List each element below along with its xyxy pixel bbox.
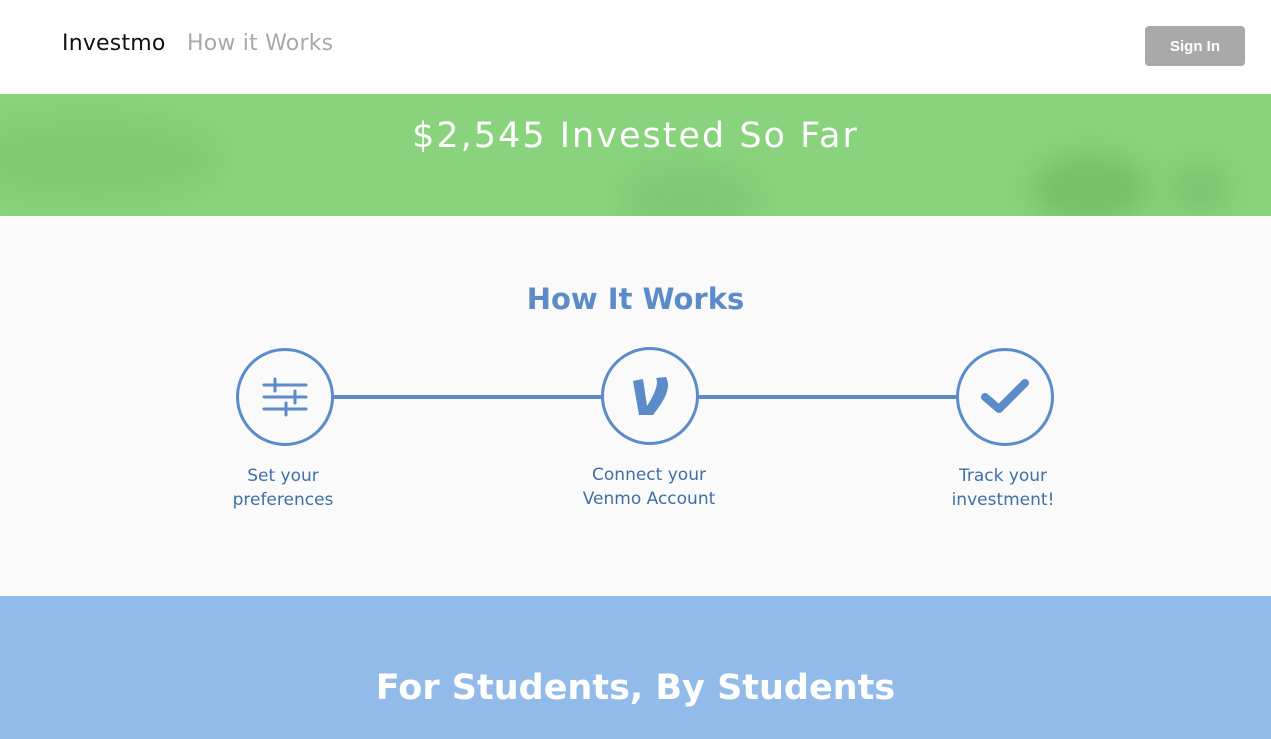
banner-background-blur (620, 164, 760, 216)
step-2-circle (601, 347, 699, 445)
step-2-label: Connect your Venmo Account (539, 463, 759, 511)
banner-background-blur (1170, 164, 1230, 214)
step-3-label-line2: investment! (951, 490, 1055, 510)
how-it-works-heading: How It Works (526, 282, 745, 316)
banner-background-blur (1030, 154, 1150, 216)
step-connector-line (333, 395, 603, 399)
step-3-label: Track your investment! (893, 464, 1113, 512)
step-1-label-line1: Set your (247, 466, 319, 486)
top-navbar: Investmo How it Works Sign In (0, 0, 1271, 94)
how-it-works-section: How It Works Set your preferences Connec… (0, 216, 1271, 596)
invested-banner: $2,545 Invested So Far (0, 94, 1271, 216)
step-connector-line (698, 395, 958, 399)
sliders-icon (262, 377, 308, 417)
step-2-label-line1: Connect your (592, 465, 706, 485)
nav-link-how-it-works[interactable]: How it Works (187, 31, 333, 56)
invested-total-heading: $2,545 Invested So Far (412, 116, 859, 156)
venmo-logo-icon (633, 377, 668, 415)
for-students-section: For Students, By Students (0, 596, 1271, 739)
step-1-circle (236, 348, 334, 446)
step-3-label-line1: Track your (958, 466, 1048, 486)
step-3-circle (956, 348, 1054, 446)
checkmark-icon (981, 379, 1029, 413)
sign-in-button[interactable]: Sign In (1145, 26, 1245, 66)
step-1-label-line2: preferences (232, 490, 334, 510)
brand-logo-link[interactable]: Investmo (62, 31, 166, 56)
step-1-label: Set your preferences (173, 464, 393, 512)
step-2-label-line2: Venmo Account (582, 489, 716, 509)
for-students-heading: For Students, By Students (375, 668, 896, 708)
